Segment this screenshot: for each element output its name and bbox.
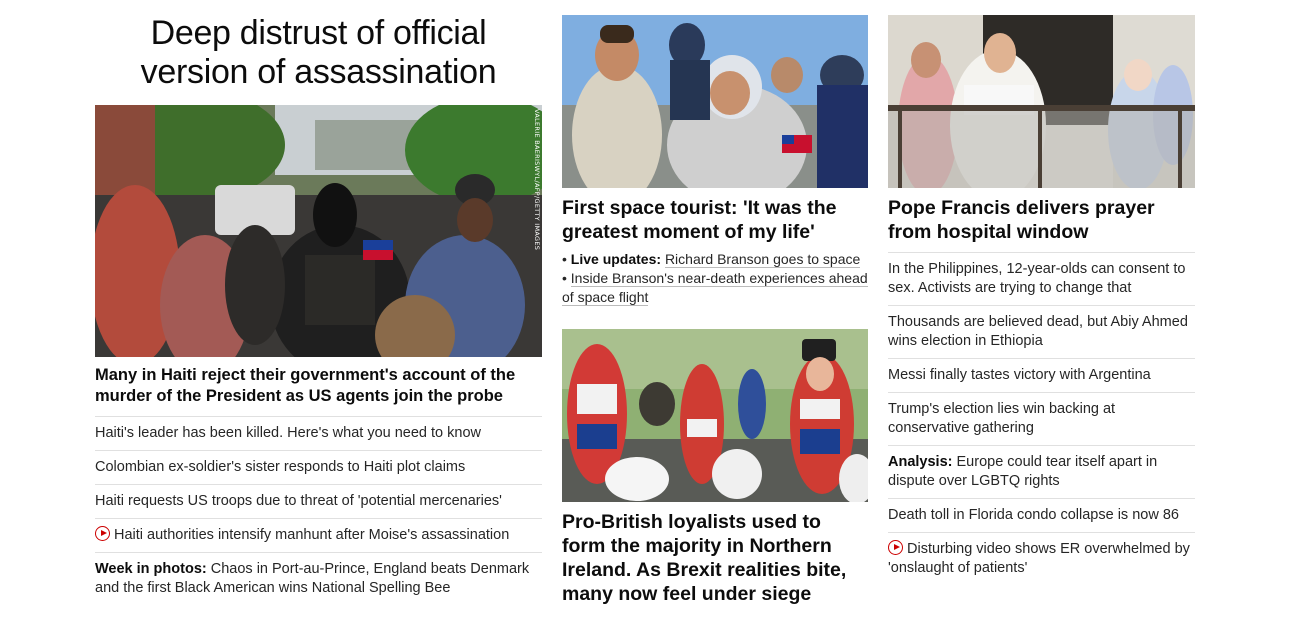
haiti-protest-image	[95, 105, 542, 357]
loyalists-photo[interactable]	[562, 329, 868, 502]
list-item-text: Messi finally tastes victory with Argent…	[888, 367, 1151, 383]
list-item[interactable]: Death toll in Florida condo collapse is …	[888, 499, 1195, 533]
space-tourist-image	[562, 15, 868, 188]
list-item-label: Week in photos:	[95, 561, 207, 577]
pope-window-image	[888, 15, 1195, 188]
lead-headline[interactable]: Many in Haiti reject their government's …	[95, 365, 542, 417]
list-item-text: Trump's election lies win backing at con…	[888, 401, 1116, 436]
list-item-text: Haiti's leader has been killed. Here's w…	[95, 425, 481, 441]
lead-section-title-link[interactable]: Deep distrust of official version of ass…	[141, 14, 497, 91]
list-item[interactable]: Week in photos: Chaos in Port-au-Prince,…	[95, 553, 542, 605]
lead-related-list: Haiti's leader has been killed. Here's w…	[95, 417, 542, 605]
loyalists-image	[562, 329, 868, 502]
list-item[interactable]: Trump's election lies win backing at con…	[888, 393, 1195, 446]
list-item[interactable]: Messi finally tastes victory with Argent…	[888, 359, 1195, 393]
bullet-item[interactable]: • Live updates: Richard Branson goes to …	[562, 250, 868, 269]
list-item[interactable]: Haiti's leader has been killed. Here's w…	[95, 417, 542, 451]
list-item-text: Haiti requests US troops due to threat o…	[95, 493, 502, 509]
list-item-text: Thousands are believed dead, but Abiy Ah…	[888, 314, 1188, 349]
list-item-label: Analysis:	[888, 454, 953, 470]
play-video-icon	[95, 526, 110, 541]
bullet-link-text[interactable]: Inside Branson's near-death experiences …	[562, 270, 868, 306]
right-column: Pope Francis delivers prayer from hospit…	[888, 0, 1195, 585]
space-tourist-headline[interactable]: First space tourist: 'It was the greates…	[562, 196, 868, 244]
pope-photo[interactable]	[888, 15, 1195, 188]
pope-headline[interactable]: Pope Francis delivers prayer from hospit…	[888, 196, 1195, 253]
haiti-protest-photo[interactable]: VALERIE BAERISWYL/AFP/GETTY IMAGES	[95, 105, 542, 357]
loyalists-headline[interactable]: Pro-British loyalists used to form the m…	[562, 510, 868, 606]
list-item-text: Disturbing video shows ER overwhelmed by…	[888, 541, 1190, 576]
space-tourist-bullets: • Live updates: Richard Branson goes to …	[562, 250, 868, 307]
play-video-icon	[888, 540, 903, 555]
list-item[interactable]: Haiti authorities intensify manhunt afte…	[95, 519, 542, 553]
list-item[interactable]: Thousands are believed dead, but Abiy Ah…	[888, 306, 1195, 359]
list-item-text: Colombian ex-soldier's sister responds t…	[95, 459, 466, 475]
lead-column: Deep distrust of official version of ass…	[95, 0, 542, 605]
middle-column: First space tourist: 'It was the greates…	[562, 0, 868, 606]
right-headlines-list: In the Philippines, 12-year-olds can con…	[888, 253, 1195, 585]
list-item[interactable]: Analysis: Europe could tear itself apart…	[888, 446, 1195, 499]
bullet-link-text[interactable]: Richard Branson goes to space	[664, 251, 861, 268]
list-item[interactable]: In the Philippines, 12-year-olds can con…	[888, 253, 1195, 306]
bullet-label: Live updates:	[570, 251, 662, 267]
photo-credit: VALERIE BAERISWYL/AFP/GETTY IMAGES	[533, 109, 541, 251]
lead-section-title: Deep distrust of official version of ass…	[95, 0, 542, 92]
list-item-text: Death toll in Florida condo collapse is …	[888, 507, 1179, 523]
list-item-text: Haiti authorities intensify manhunt afte…	[114, 527, 510, 543]
list-item[interactable]: Haiti requests US troops due to threat o…	[95, 485, 542, 519]
list-item[interactable]: Colombian ex-soldier's sister responds t…	[95, 451, 542, 485]
list-item[interactable]: Disturbing video shows ER overwhelmed by…	[888, 533, 1195, 585]
space-tourist-photo[interactable]	[562, 15, 868, 188]
bullet-item[interactable]: • Inside Branson's near-death experience…	[562, 269, 868, 307]
list-item-text: In the Philippines, 12-year-olds can con…	[888, 261, 1186, 296]
